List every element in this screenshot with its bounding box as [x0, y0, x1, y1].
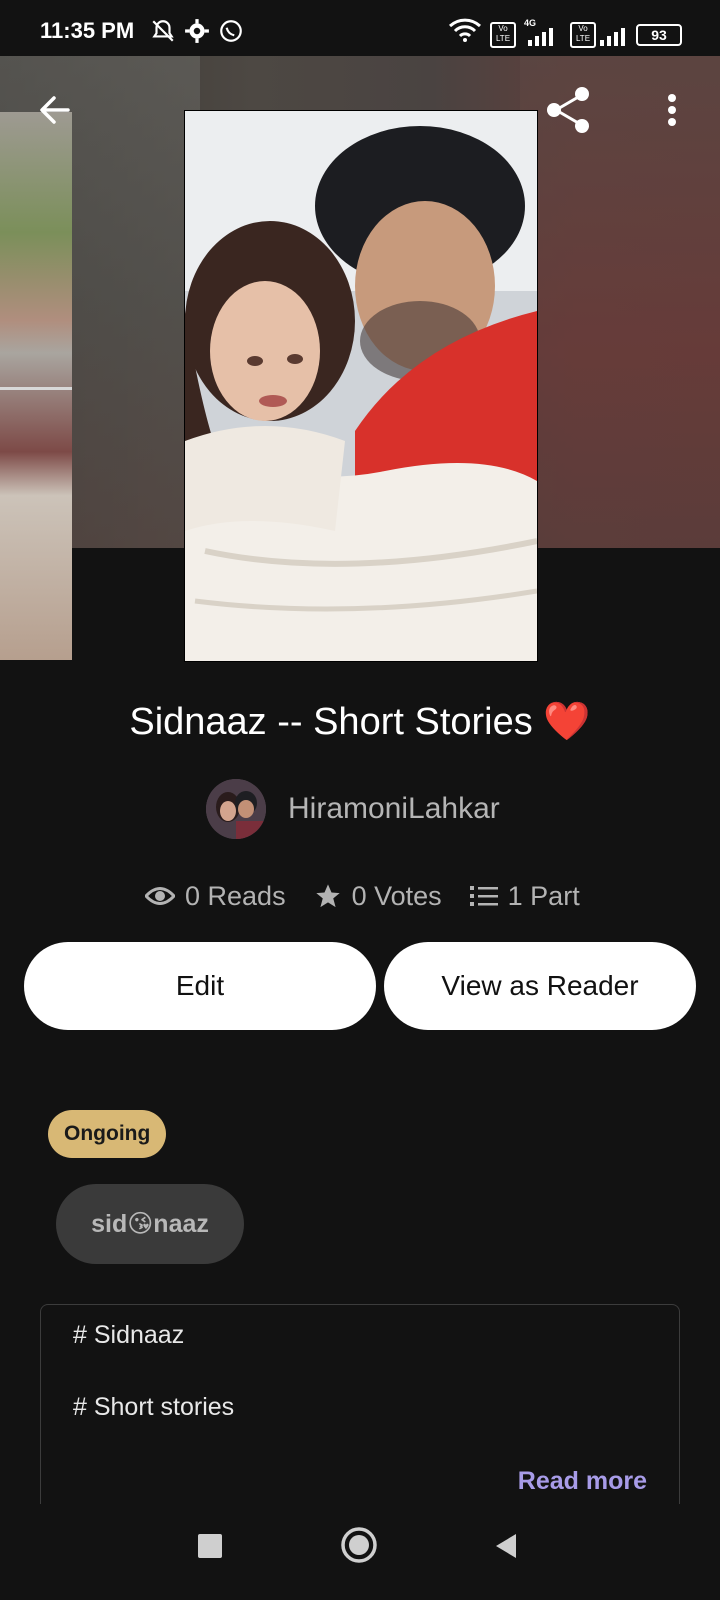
recents-icon[interactable] [198, 1534, 222, 1558]
star-icon [315, 884, 340, 908]
description-box: # Sidnaaz # Short stories Read more [40, 1304, 680, 1515]
status-time: 11:35 PM [40, 18, 135, 43]
status-bar: 11:35 PM Vo LTE 4G Vo LTE 93 [0, 0, 720, 56]
author-name[interactable]: HiramoniLahkar [288, 792, 500, 826]
tag-chip[interactable]: sid😘naaz [56, 1184, 244, 1264]
author-row[interactable]: HiramoniLahkar [206, 778, 500, 840]
whatsapp-icon [220, 20, 242, 42]
volte-icon: Vo LTE [570, 22, 596, 48]
eye-icon [145, 887, 175, 905]
description-line: # Sidnaaz [73, 1321, 185, 1349]
avatar[interactable] [206, 779, 266, 839]
edit-button[interactable]: Edit [24, 942, 376, 1030]
parts-stat: 1 Part [469, 880, 580, 912]
parts-count: 1 Part [507, 880, 580, 911]
battery-icon: 93 [636, 24, 682, 46]
votes-count: 0 Votes [351, 880, 442, 911]
signal-icon [528, 28, 553, 46]
description-line: # Short stories [73, 1393, 235, 1421]
bell-off-icon [152, 20, 174, 42]
heart-emoji: ❤️ [543, 701, 591, 743]
story-stats: 0 Reads 0 Votes 1 Part [145, 876, 608, 916]
list-icon [469, 886, 498, 906]
volte-label: Vo LTE [495, 24, 511, 43]
wifi-icon [448, 18, 482, 42]
votes-stat: 0 Votes [314, 881, 442, 912]
status-badge: Ongoing [48, 1110, 167, 1158]
arrow-left-icon[interactable] [38, 92, 74, 128]
gear-icon [185, 19, 209, 43]
cover-illustration [185, 111, 537, 661]
previous-cover-image[interactable] [0, 112, 72, 660]
avatar-image [206, 779, 266, 839]
volte-icon: Vo LTE [490, 22, 516, 48]
view-as-reader-button[interactable]: View as Reader [384, 942, 696, 1030]
read-more-link[interactable]: Read more [518, 1467, 647, 1496]
story-title-text: Sidnaaz -- Short Stories [129, 701, 533, 743]
more-vertical-icon[interactable] [658, 92, 686, 132]
story-title: Sidnaaz -- Short Stories ❤️ [0, 700, 720, 744]
signal-icon [600, 28, 625, 46]
back-triangle-icon[interactable] [494, 1532, 518, 1560]
share-icon[interactable] [542, 84, 594, 136]
volte-label: Vo LTE [575, 24, 591, 43]
story-cover-image[interactable] [184, 110, 538, 662]
reads-stat: 0 Reads [145, 881, 286, 912]
battery-level: 93 [651, 27, 667, 43]
home-icon[interactable] [340, 1526, 378, 1564]
navigation-bar [0, 1504, 720, 1600]
reads-count: 0 Reads [185, 880, 286, 911]
